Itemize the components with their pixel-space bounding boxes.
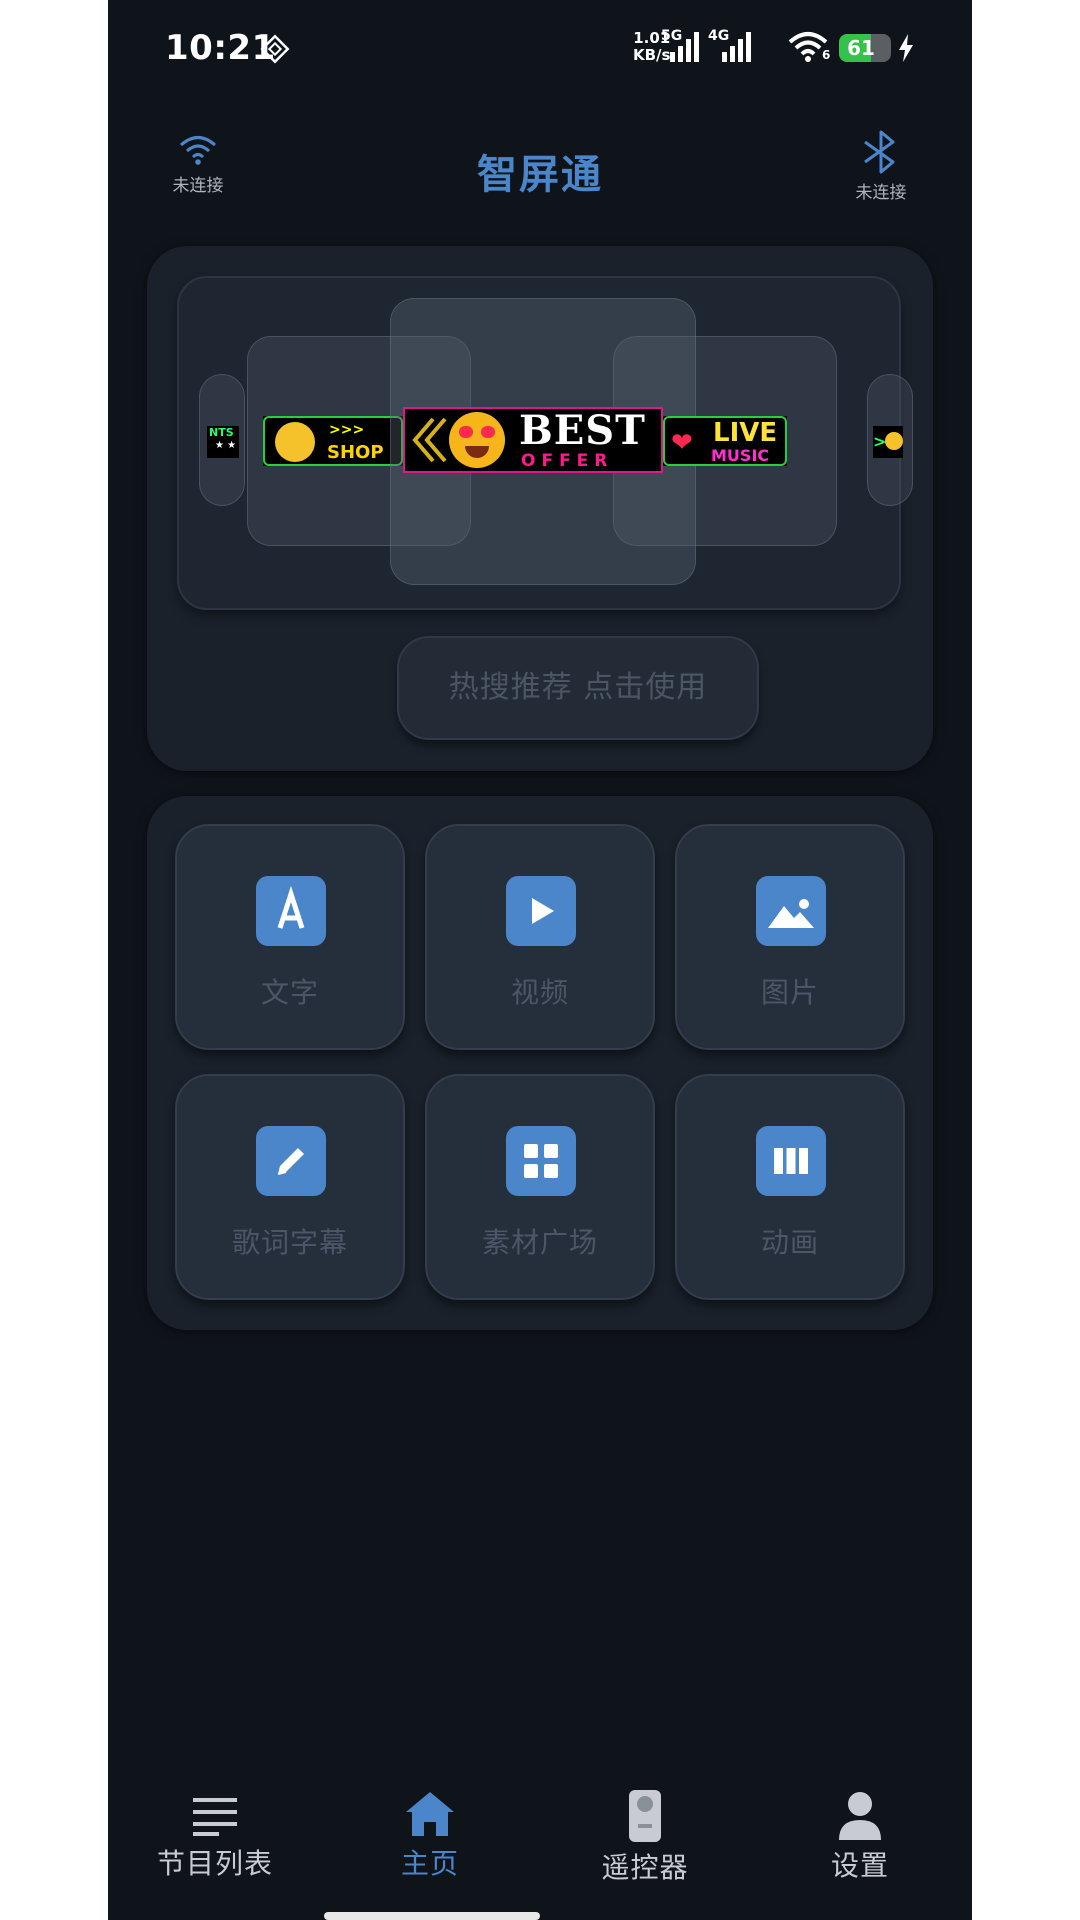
charging-icon	[899, 34, 913, 62]
banner-best-offer[interactable]: BEST OFFER	[403, 407, 663, 473]
bottom-nav: 节目列表 主页 遥控器 设置	[108, 1790, 972, 1920]
hot-recommend-button[interactable]: 热搜推荐 点击使用	[397, 636, 759, 740]
pencil-icon	[256, 1126, 326, 1196]
columns-icon	[756, 1126, 826, 1196]
image-icon	[756, 876, 826, 946]
featured-panel: NTS ★ ★ >>> SHOP BEST OFFER ❤ LIVE MUSIC…	[147, 246, 933, 771]
app-screen: 10:21 1.01 KB/s 5G 4G 6 61 未连接 智屏通 未连接 N…	[108, 0, 972, 1920]
banner-best-text: BEST	[519, 407, 646, 454]
battery-percent: 61	[847, 36, 875, 60]
feature-video[interactable]: 视频	[425, 824, 655, 1050]
nav-label: 主页	[400, 1847, 459, 1880]
feature-label: 视频	[510, 976, 569, 1009]
signal-icon	[722, 32, 751, 62]
nav-program-list[interactable]: 节目列表	[135, 1790, 295, 1882]
banner-stars: ★ ★	[215, 440, 237, 451]
banner-live-text: LIVE	[713, 418, 778, 448]
banner-offer-text: OFFER	[521, 451, 614, 471]
text-a-icon	[256, 876, 326, 946]
emoji-face-icon	[885, 432, 903, 450]
nav-settings[interactable]: 设置	[780, 1790, 940, 1884]
feature-animation[interactable]: 动画	[675, 1074, 905, 1300]
feature-lyrics[interactable]: 歌词字幕	[175, 1074, 405, 1300]
feature-label: 素材广场	[481, 1226, 598, 1259]
banner-shop-text: SHOP	[327, 442, 384, 463]
feature-label: 文字	[260, 976, 319, 1009]
bluetooth-icon	[864, 130, 895, 174]
grid-icon	[506, 1126, 576, 1196]
home-icon	[406, 1792, 454, 1836]
nav-home[interactable]: 主页	[350, 1790, 510, 1882]
list-icon	[193, 1798, 237, 1836]
wifi-badge: 6	[822, 48, 831, 62]
bluetooth-status: 未连接	[855, 183, 907, 203]
bluetooth-connection[interactable]: 未连接	[836, 130, 926, 203]
banner-points-text: NTS	[209, 426, 234, 439]
vpn-icon	[260, 34, 290, 64]
feature-label: 动画	[760, 1226, 819, 1259]
heart-icon: ❤	[671, 428, 693, 458]
banner-music-text: MUSIC	[711, 446, 770, 465]
battery-icon: 61	[839, 34, 891, 62]
home-indicator	[324, 1912, 540, 1920]
play-icon	[506, 876, 576, 946]
feature-label: 图片	[760, 976, 819, 1009]
nav-label: 设置	[830, 1849, 889, 1882]
feature-materials[interactable]: 素材广场	[425, 1074, 655, 1300]
banner-shop: >>> SHOP	[263, 416, 403, 466]
banner-far-right: >	[873, 426, 903, 458]
feature-label: 歌词字幕	[231, 1226, 348, 1259]
nav-label: 节目列表	[156, 1847, 273, 1880]
banner-points: NTS ★ ★	[207, 426, 239, 458]
heart-eyes-emoji-icon	[449, 412, 505, 468]
feature-image[interactable]: 图片	[675, 824, 905, 1050]
arrows-icon: >>>	[329, 422, 365, 438]
user-icon	[839, 1792, 881, 1840]
net-speed-unit: KB/s	[633, 46, 671, 64]
emoji-face-icon	[275, 422, 315, 462]
status-bar: 10:21 1.01 KB/s 5G 4G 6 61	[108, 0, 972, 100]
feature-panel: 文字 视频 图片 歌词字幕 素材广场 动画	[147, 796, 933, 1330]
feature-text[interactable]: 文字	[175, 824, 405, 1050]
nav-label: 遥控器	[601, 1851, 689, 1884]
banner-live-music: ❤ LIVE MUSIC	[663, 416, 787, 466]
signal-icon	[670, 32, 699, 62]
chevron-left-icon	[412, 417, 447, 463]
nav-remote[interactable]: 遥控器	[565, 1790, 725, 1886]
remote-icon	[629, 1790, 661, 1842]
